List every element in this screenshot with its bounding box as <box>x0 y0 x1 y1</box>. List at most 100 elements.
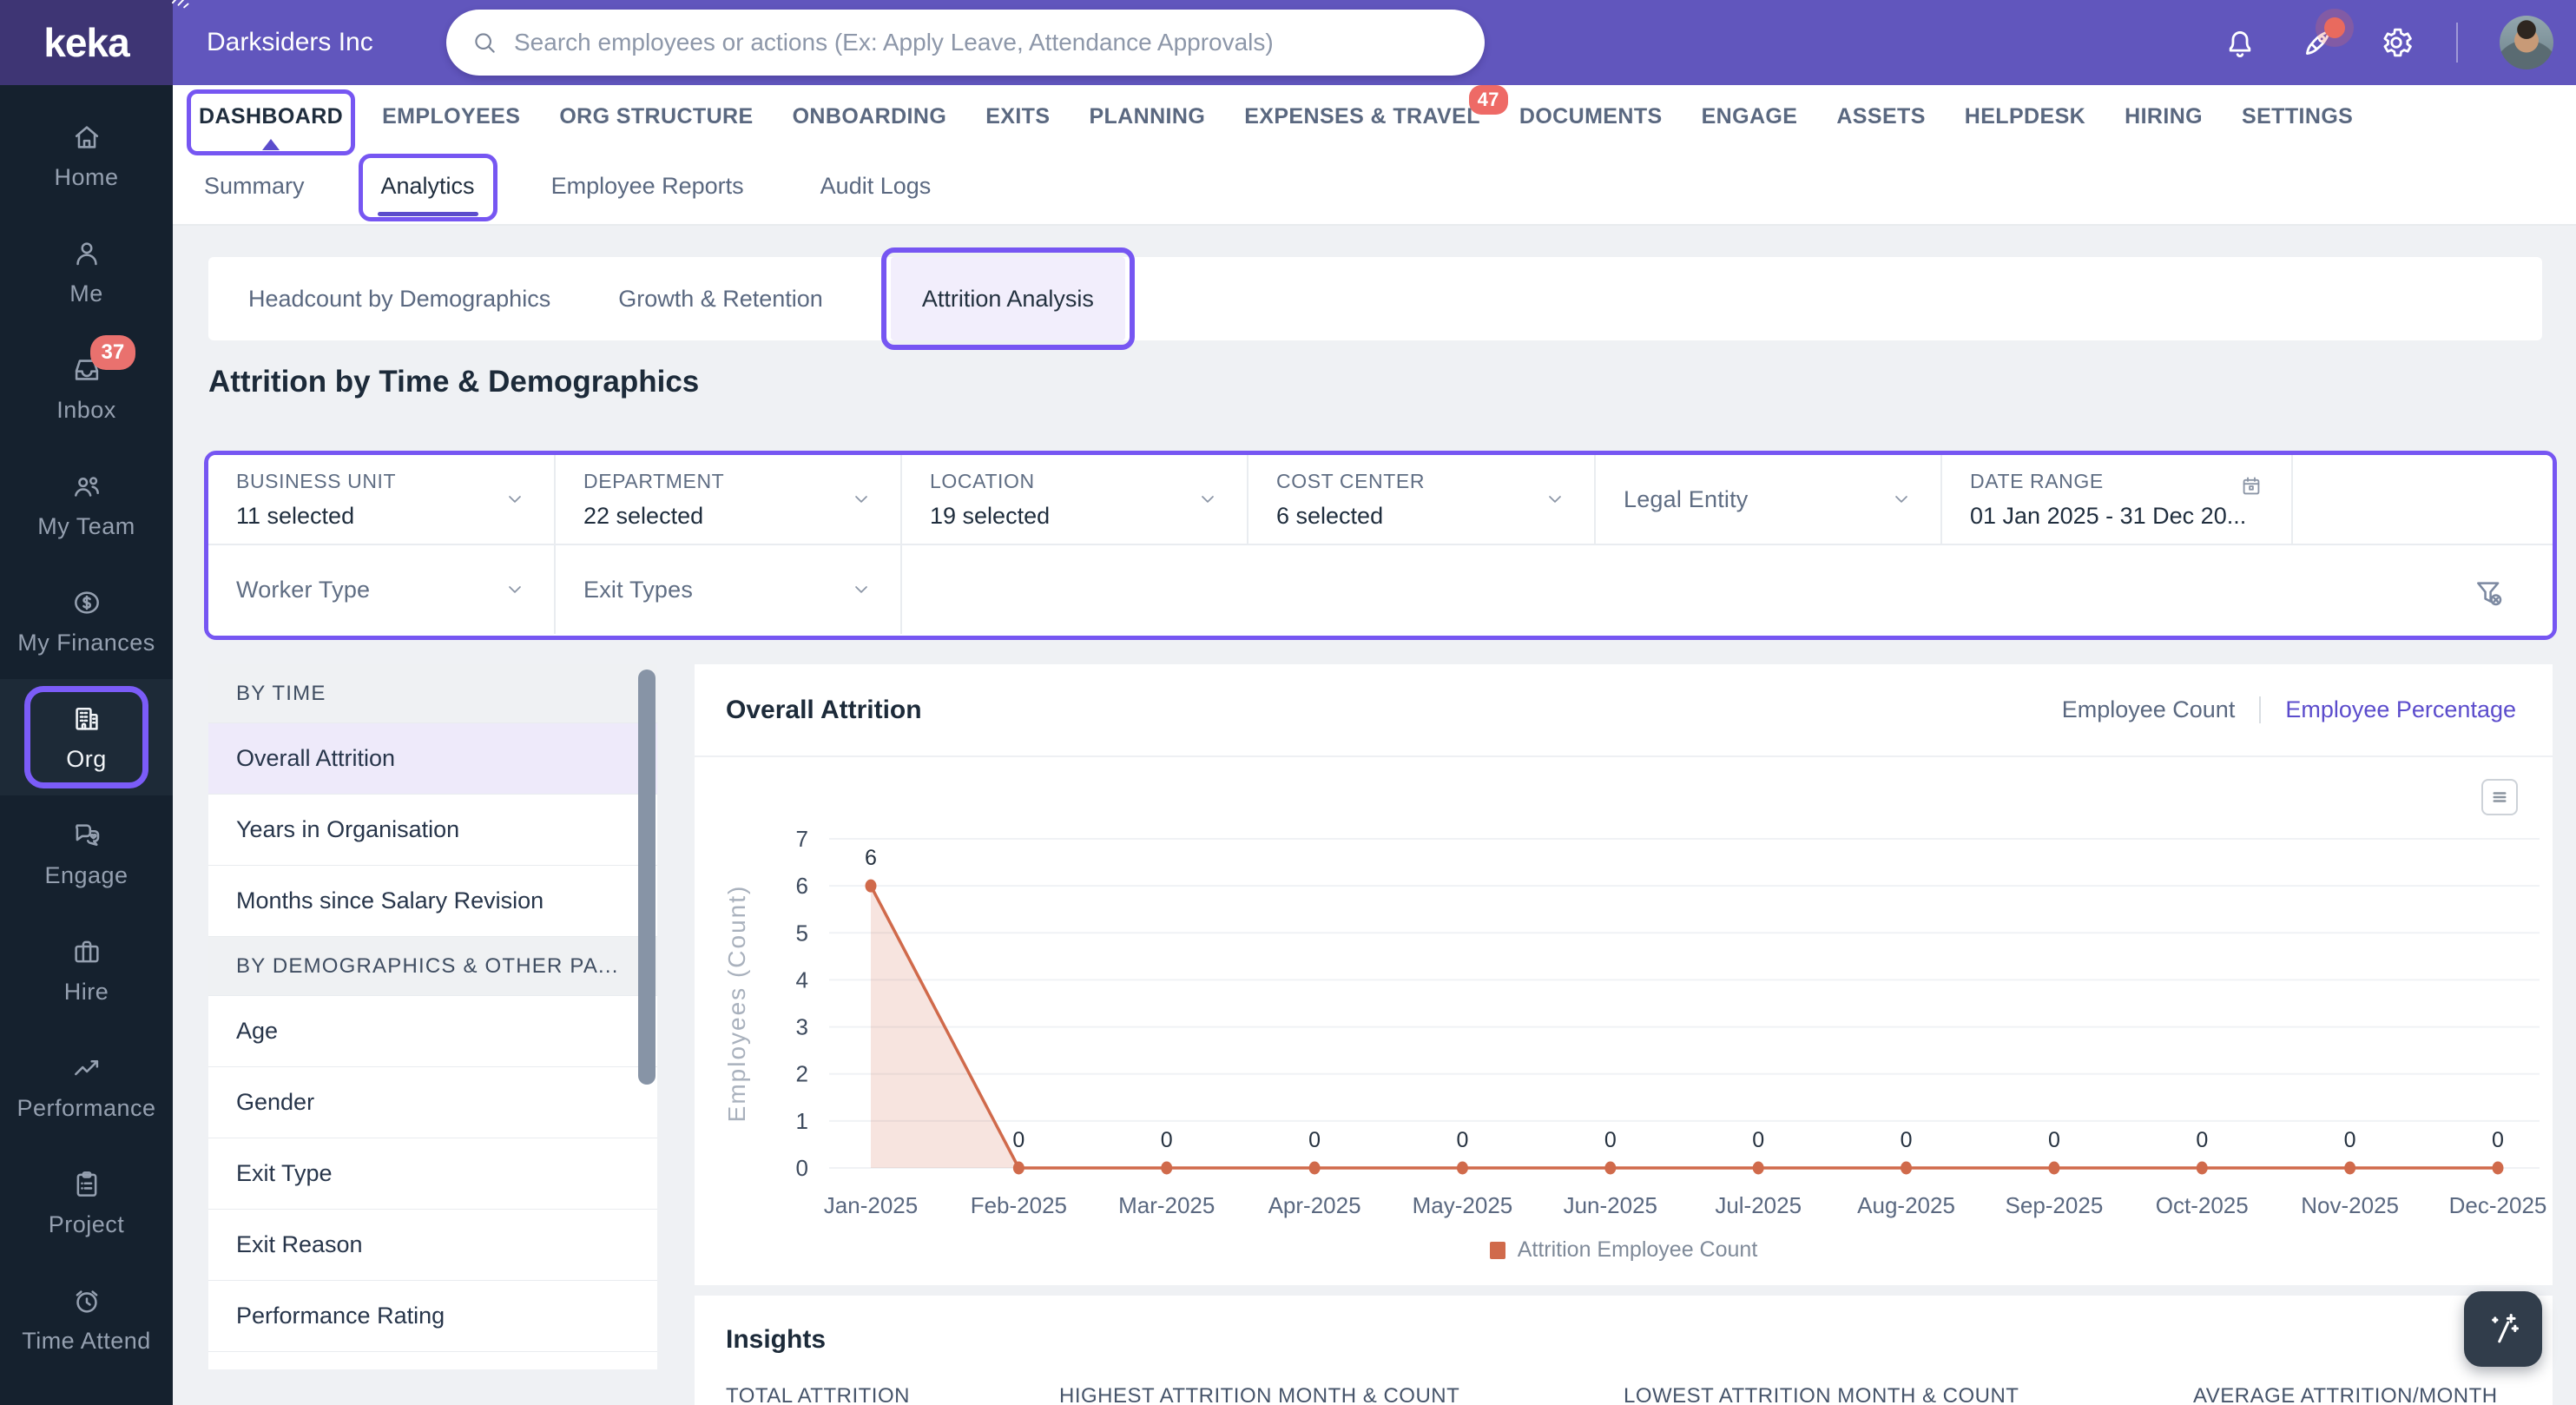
user-avatar[interactable] <box>2500 16 2553 69</box>
nav-tab-org-structure[interactable]: ORG STRUCTURE <box>559 104 753 129</box>
nav-tab-settings[interactable]: SETTINGS <box>2242 104 2353 129</box>
nav-tab-label: ENGAGE <box>1701 103 1798 129</box>
subnav-tab-employee-reports[interactable]: Employee Reports <box>551 148 744 224</box>
metric-row-by-time[interactable]: BY TIME <box>208 664 657 723</box>
filter-label: Legal Entity <box>1624 485 1749 512</box>
sidebar-item-label: My Team <box>37 512 135 539</box>
dashboard-subnav: Summary Analytics Employee Reports Audit… <box>173 148 2576 226</box>
metric-row-overall-attrition[interactable]: Overall Attrition <box>208 723 657 795</box>
metric-row-by-demographics-other-pa[interactable]: BY DEMOGRAPHICS & OTHER PA... <box>208 937 657 996</box>
svg-text:5: 5 <box>796 920 808 946</box>
nav-tab-assets[interactable]: ASSETS <box>1836 104 1925 129</box>
analytics-tab-growth-retention[interactable]: Growth & Retention <box>618 257 823 340</box>
nav-tab-hiring[interactable]: HIRING <box>2125 104 2203 129</box>
metric-row-exit-type[interactable]: Exit Type <box>208 1138 657 1210</box>
sidebar-item-home[interactable]: Home <box>0 97 173 214</box>
clear-filters-icon[interactable] <box>2473 577 2506 610</box>
search-icon <box>471 29 498 56</box>
filter-location[interactable]: LOCATION 19 selected <box>902 455 1248 544</box>
metric-row-months-since-salary-revision[interactable]: Months since Salary Revision <box>208 866 657 937</box>
metric-row-label: Exit Reason <box>236 1231 363 1257</box>
app-sidebar: Home Me 37 Inbox My Team My Finances Org… <box>0 85 173 1405</box>
analytics-tab-attrition-analysis[interactable]: Attrition Analysis <box>880 247 1135 350</box>
nav-tab-label: HIRING <box>2125 103 2204 129</box>
svg-text:Oct-2025: Oct-2025 <box>2156 1192 2249 1218</box>
insight-column-label-lowest-attrition-month-count: LOWEST ATTRITION MONTH & COUNT <box>1624 1384 2019 1405</box>
svg-text:Aug-2025: Aug-2025 <box>1857 1192 1955 1218</box>
nav-tab-engage[interactable]: ENGAGE <box>1702 104 1798 129</box>
main-content: Headcount by Demographics Growth & Reten… <box>173 226 2576 1405</box>
nav-tab-onboarding[interactable]: ONBOARDING <box>793 104 947 129</box>
nav-tab-expenses-travel[interactable]: EXPENSES & TRAVEL 47 <box>1244 84 1508 129</box>
nav-tab-exits[interactable]: EXITS <box>985 104 1050 129</box>
time-icon <box>70 1284 103 1317</box>
topbar-divider <box>2456 23 2458 63</box>
svg-text:0: 0 <box>1901 1128 1913 1152</box>
subnav-tab-analytics[interactable]: Analytics <box>358 148 497 224</box>
metric-row-label: Gender <box>236 1089 315 1115</box>
sidebar-item-me[interactable]: Me <box>0 214 173 330</box>
metric-row-gender[interactable]: Gender <box>208 1067 657 1138</box>
filter-business-unit[interactable]: BUSINESS UNIT 11 selected <box>208 455 556 544</box>
nav-tab-label: HELPDESK <box>1964 103 2086 129</box>
filter-worker-type[interactable]: Worker Type <box>208 545 556 634</box>
svg-text:0: 0 <box>1752 1128 1764 1152</box>
metric-row-performance-rating[interactable]: Performance Rating <box>208 1281 657 1352</box>
subnav-tab-audit-logs[interactable]: Audit Logs <box>820 148 932 224</box>
svg-text:0: 0 <box>1161 1128 1173 1152</box>
analytics-tab-headcount-by-demographics[interactable]: Headcount by Demographics <box>248 257 550 340</box>
nav-tab-label: SETTINGS <box>2242 103 2354 129</box>
insights-columns: TOTAL ATTRITION HIGHEST ATTRITION MONTH … <box>695 1384 2553 1405</box>
filter-legal-entity[interactable]: Legal Entity <box>1596 455 1942 544</box>
sidebar-item-engage[interactable]: Engage <box>0 795 173 912</box>
list-scrollbar-thumb[interactable] <box>638 670 656 1085</box>
metric-row-age[interactable]: Age <box>208 996 657 1067</box>
filter-department[interactable]: DEPARTMENT 22 selected <box>556 455 902 544</box>
metric-row-years-in-organisation[interactable]: Years in Organisation <box>208 795 657 866</box>
analytics-tab-bar: Headcount by Demographics Growth & Reten… <box>208 247 2542 350</box>
settings-gear-icon[interactable] <box>2378 24 2415 61</box>
svg-text:Apr-2025: Apr-2025 <box>1268 1192 1361 1218</box>
filter-panel: BUSINESS UNIT 11 selected DEPARTMENT 22 … <box>208 455 2553 636</box>
sidebar-item-label: Performance <box>16 1094 156 1121</box>
sidebar-item-label: Engage <box>44 861 128 888</box>
sidebar-item-hire[interactable]: Hire <box>0 912 173 1028</box>
legend-swatch <box>1489 1241 1505 1259</box>
subnav-tab-label: Employee Reports <box>550 172 744 199</box>
nav-tab-documents[interactable]: DOCUMENTS <box>1519 104 1663 129</box>
sidebar-item-my-finances[interactable]: My Finances <box>0 563 173 679</box>
nav-tab-planning[interactable]: PLANNING <box>1089 104 1205 129</box>
global-search[interactable] <box>446 10 1485 76</box>
sidebar-item-time-attend[interactable]: Time Attend <box>0 1261 173 1377</box>
nav-tab-helpdesk[interactable]: HELPDESK <box>1965 104 2085 129</box>
filter-exit-types[interactable]: Exit Types <box>556 545 902 634</box>
filter-date-range[interactable]: DATE RANGE 01 Jan 2025 - 31 Dec 20... <box>1942 455 2293 544</box>
home-icon <box>70 121 103 154</box>
sidebar-item-label: My Finances <box>17 629 155 656</box>
search-input[interactable] <box>514 29 1460 56</box>
nav-tab-dashboard[interactable]: DASHBOARD <box>186 89 356 155</box>
main-nav: DASHBOARD EMPLOYEES ORG STRUCTURE ONBOAR… <box>173 84 2576 155</box>
chart-toggle-option-employee-percentage[interactable]: Employee Percentage <box>2259 696 2516 723</box>
chart-toggle-option-employee-count[interactable]: Employee Count <box>2062 696 2236 723</box>
notification-dot <box>2324 17 2345 38</box>
whats-new-rocket-icon[interactable] <box>2300 17 2345 61</box>
sidebar-item-inbox[interactable]: 37 Inbox <box>0 330 173 446</box>
nav-tab-employees[interactable]: EMPLOYEES <box>382 104 520 129</box>
svg-text:Employees (Count): Employees (Count) <box>723 885 750 1123</box>
sidebar-item-project[interactable]: Project <box>0 1144 173 1261</box>
svg-text:3: 3 <box>796 1014 808 1040</box>
sidebar-item-my-team[interactable]: My Team <box>0 446 173 563</box>
analytics-tab-label: Attrition Analysis <box>921 285 1094 312</box>
notifications-bell-icon[interactable] <box>2222 24 2258 61</box>
filter-cost-center[interactable]: COST CENTER 6 selected <box>1248 455 1596 544</box>
sidebar-item-org[interactable]: Org <box>0 679 173 795</box>
subnav-tab-summary[interactable]: Summary <box>204 148 305 224</box>
svg-text:Nov-2025: Nov-2025 <box>2301 1192 2399 1218</box>
metric-row-exit-reason[interactable]: Exit Reason <box>208 1210 657 1281</box>
ai-insights-button[interactable] <box>2464 1291 2542 1367</box>
sidebar-item-performance[interactable]: Performance <box>0 1028 173 1144</box>
page-title: Attrition by Time & Demographics <box>208 365 700 399</box>
chevron-down-icon <box>504 488 526 511</box>
keka-logo[interactable]: keka <box>0 0 189 85</box>
